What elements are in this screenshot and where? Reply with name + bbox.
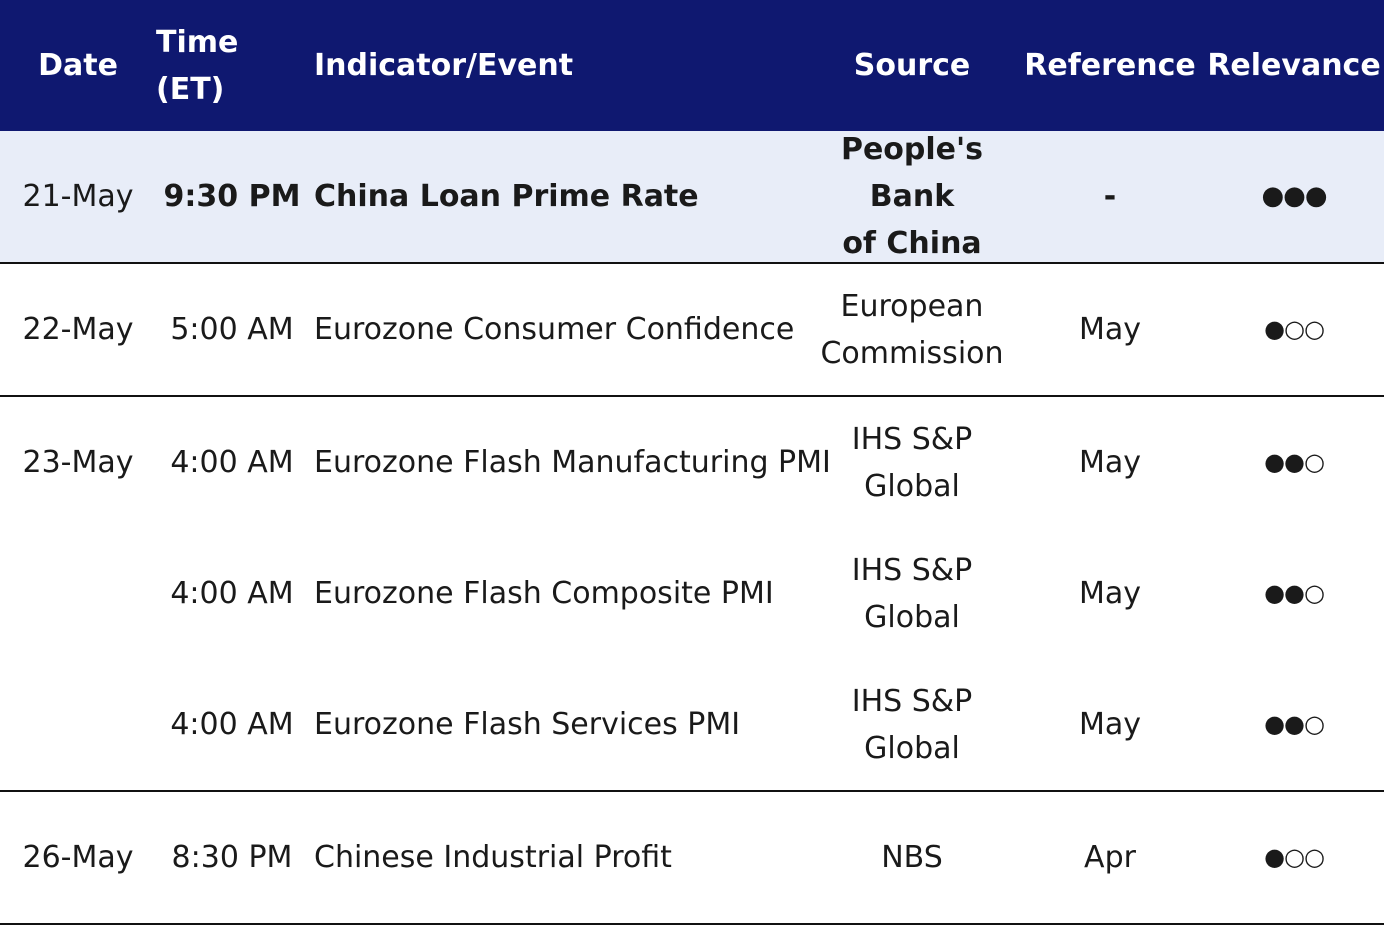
row-source-line1: IHS S&P <box>851 683 973 719</box>
row-source: European Commission <box>808 264 1016 395</box>
header-indicator: Indicator/Event <box>314 48 574 83</box>
row-relevance: ●●● <box>1204 131 1384 262</box>
row-source-line1: IHS S&P <box>851 421 973 457</box>
row-time: 8:30 PM <box>171 840 293 875</box>
row-source: People's Bank of China <box>808 131 1016 262</box>
row-date: 23-May <box>22 445 134 480</box>
row-date <box>0 659 156 790</box>
row-time: 5:00 AM <box>170 312 294 347</box>
row-time: 9:30 PM <box>163 179 301 214</box>
relevance-dots: ●○○ <box>1264 315 1325 343</box>
row-source: NBS <box>808 792 1016 923</box>
header-relevance: Relevance <box>1207 48 1381 83</box>
relevance-dots: ●○○ <box>1264 843 1325 871</box>
row-source-line2: Commission <box>820 335 1004 371</box>
row-indicator: Eurozone Flash Manufacturing PMI <box>314 445 831 480</box>
row-source-line2: Global <box>864 468 960 504</box>
row-relevance: ●○○ <box>1204 792 1384 923</box>
row-indicator: China Loan Prime Rate <box>314 179 699 214</box>
table-row: 4:00 AM Eurozone Flash Services PMI IHS … <box>0 659 1384 790</box>
economic-calendar-table: Date Time (ET) Indicator/Event Source Re… <box>0 0 1384 925</box>
row-reference: May <box>1078 576 1142 611</box>
row-indicator: Chinese Industrial Profit <box>314 840 672 875</box>
row-source-line1: NBS <box>881 840 943 875</box>
relevance-dots: ●●○ <box>1264 710 1325 738</box>
header-source: Source <box>853 48 971 83</box>
row-source: IHS S&P Global <box>808 528 1016 659</box>
row-reference: May <box>1078 445 1142 480</box>
row-source-line1: IHS S&P <box>851 552 973 588</box>
row-divider <box>0 923 1384 925</box>
table-header: Date Time (ET) Indicator/Event Source Re… <box>0 0 1384 131</box>
row-source-line2: of China <box>842 226 982 261</box>
row-source-line1: European <box>840 288 984 324</box>
row-time: 4:00 AM <box>170 707 294 742</box>
row-source-line2: Global <box>864 730 960 766</box>
row-indicator: Eurozone Flash Services PMI <box>314 707 741 742</box>
relevance-dots: ●●○ <box>1264 448 1325 476</box>
header-date: Date <box>38 48 118 83</box>
row-indicator: Eurozone Flash Composite PMI <box>314 576 774 611</box>
relevance-dots: ●●● <box>1261 181 1327 211</box>
row-source: IHS S&P Global <box>808 659 1016 790</box>
row-relevance: ●●○ <box>1204 397 1384 528</box>
row-source: IHS S&P Global <box>808 397 1016 528</box>
table-row: 22-May 5:00 AM Eurozone Consumer Confide… <box>0 264 1384 395</box>
table-row: 21-May 9:30 PM China Loan Prime Rate Peo… <box>0 131 1384 262</box>
relevance-dots: ●●○ <box>1264 579 1325 607</box>
row-relevance: ●●○ <box>1204 659 1384 790</box>
row-date <box>0 528 156 659</box>
row-relevance: ●●○ <box>1204 528 1384 659</box>
row-reference: Apr <box>1084 840 1136 875</box>
row-source-line2: Global <box>864 599 960 635</box>
row-reference: - <box>1103 179 1117 214</box>
row-reference: May <box>1078 707 1142 742</box>
row-reference: May <box>1078 312 1142 347</box>
row-date: 22-May <box>22 312 134 347</box>
row-source-line1: People's Bank <box>840 132 984 214</box>
row-time: 4:00 AM <box>170 576 294 611</box>
row-date: 21-May <box>22 179 134 214</box>
table-row: 4:00 AM Eurozone Flash Composite PMI IHS… <box>0 528 1384 659</box>
row-time: 4:00 AM <box>170 445 294 480</box>
row-indicator: Eurozone Consumer Confidence <box>314 312 795 347</box>
table-row: 23-May 4:00 AM Eurozone Flash Manufactur… <box>0 397 1384 528</box>
header-reference: Reference <box>1024 48 1196 83</box>
row-date: 26-May <box>22 840 134 875</box>
header-time: Time (ET) <box>156 24 239 107</box>
row-relevance: ●○○ <box>1204 264 1384 395</box>
table-row: 26-May 8:30 PM Chinese Industrial Profit… <box>0 792 1384 923</box>
